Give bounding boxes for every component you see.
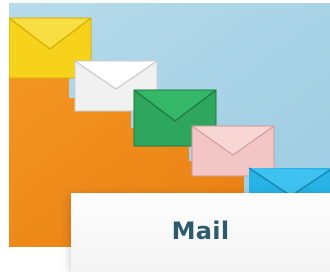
tile-title: Mail bbox=[171, 216, 230, 245]
mail-label-panel[interactable]: Mail bbox=[71, 193, 330, 272]
